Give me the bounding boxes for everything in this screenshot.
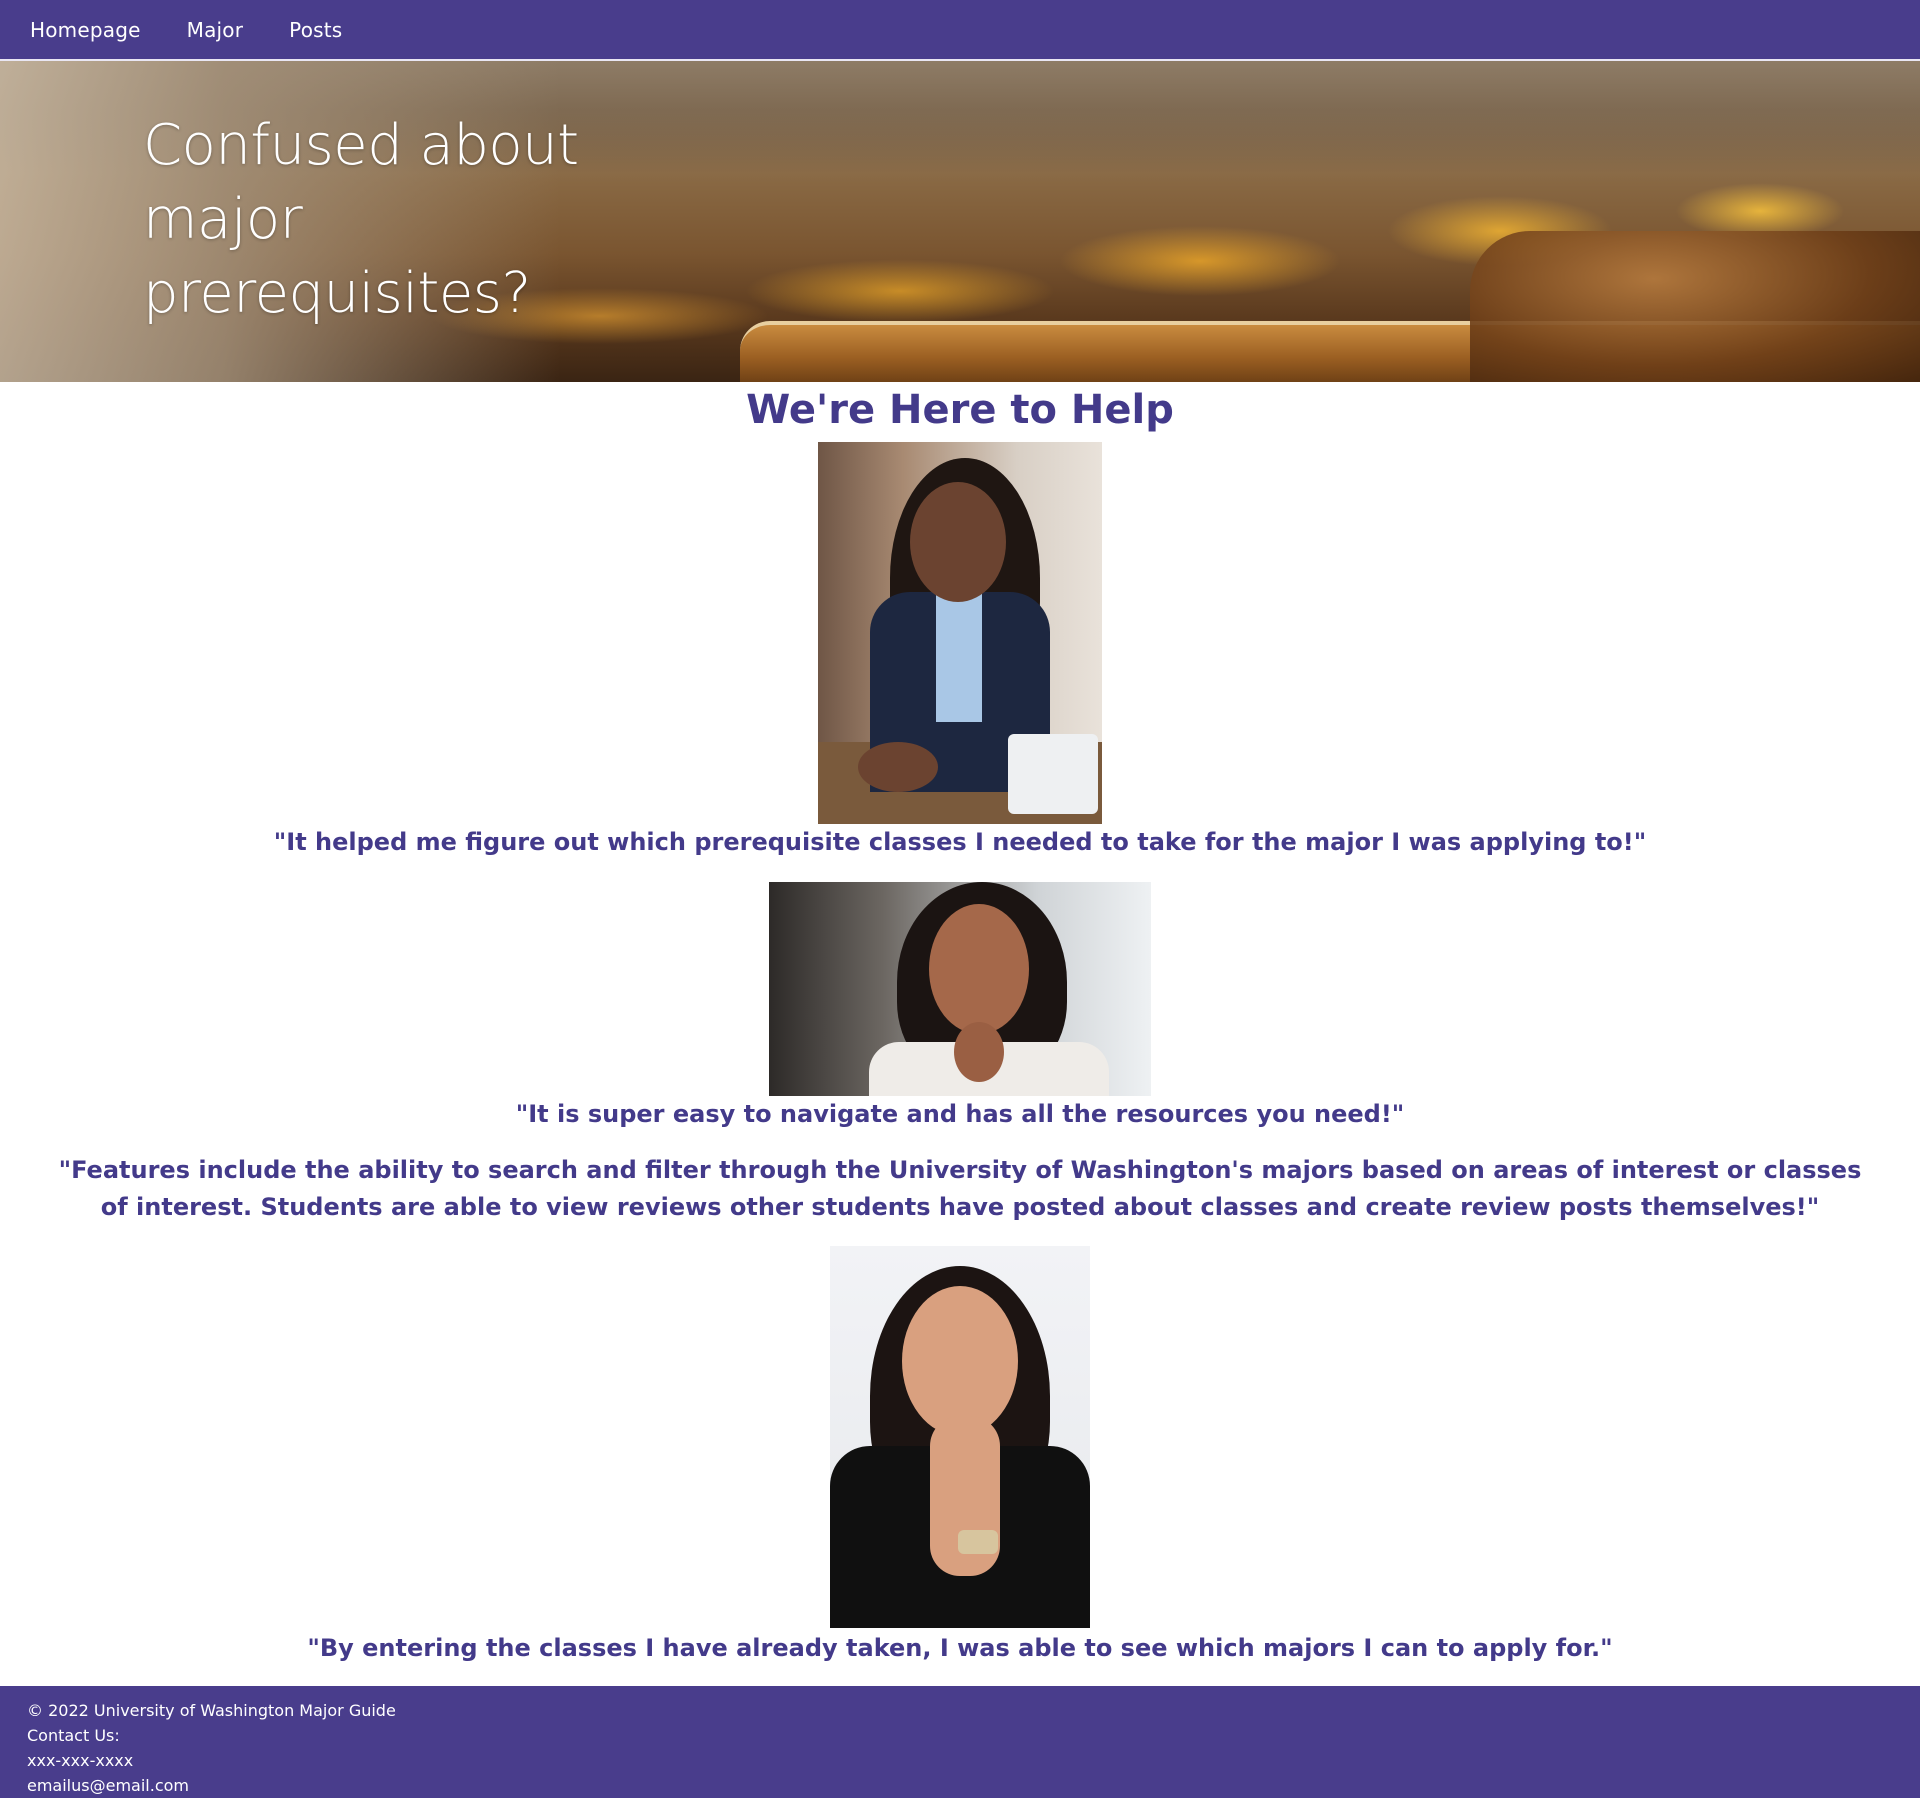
- hero-title-line-3: prerequisites?: [143, 261, 531, 326]
- testimonial-quote-3: "Features include the ability to search …: [58, 1156, 1862, 1221]
- nav-link-posts[interactable]: Posts: [289, 18, 342, 42]
- hero-background-lamp: [1470, 231, 1920, 382]
- section-heading: We're Here to Help: [746, 387, 1174, 433]
- hero-title-line-2: major: [143, 187, 303, 252]
- testimonial-quote-1: "It helped me figure out which prerequis…: [273, 828, 1647, 856]
- nav-link-homepage[interactable]: Homepage: [30, 18, 141, 42]
- hero-title-line-1: Confused about: [143, 113, 579, 178]
- top-navigation-bar: Homepage Major Posts: [0, 0, 1920, 61]
- hero-title: Confused about major prerequisites?: [143, 109, 613, 331]
- footer-phone: xxx-xxx-xxxx: [27, 1751, 134, 1770]
- nav-link-major[interactable]: Major: [187, 18, 244, 42]
- testimonial-quote-4: "By entering the classes I have already …: [307, 1634, 1613, 1662]
- testimonial-photo-3: [830, 1246, 1090, 1628]
- testimonial-quote-2: "It is super easy to navigate and has al…: [515, 1100, 1405, 1128]
- footer-contact-label: Contact Us:: [27, 1726, 120, 1745]
- testimonial-photo-1: [818, 442, 1102, 824]
- testimonial-photo-2: [769, 882, 1151, 1096]
- hero-banner: Confused about major prerequisites?: [0, 61, 1920, 382]
- footer-email[interactable]: emailus@email.com: [27, 1773, 1920, 1798]
- site-footer: © 2022 University of Washington Major Gu…: [0, 1686, 1920, 1798]
- footer-copyright: © 2022 University of Washington Major Gu…: [27, 1701, 396, 1720]
